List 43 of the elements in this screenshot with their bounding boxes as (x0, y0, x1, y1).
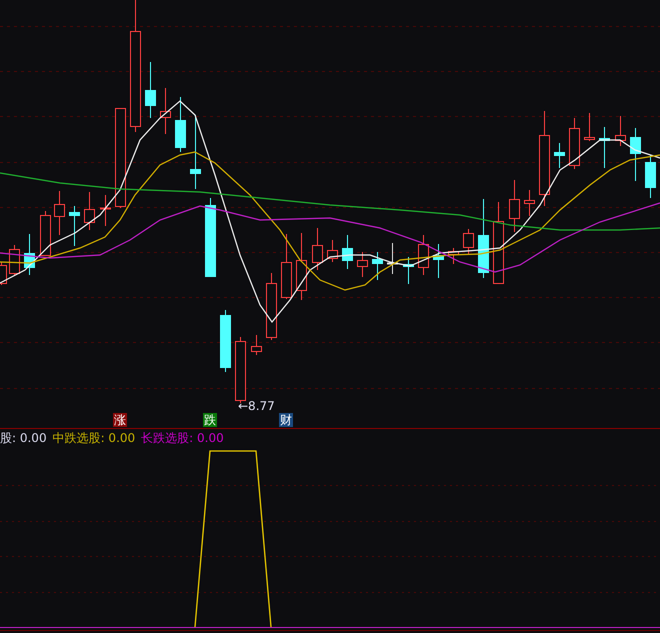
candlestick (569, 118, 580, 170)
candlestick (160, 88, 171, 134)
candlestick (296, 232, 307, 300)
candlestick (40, 210, 51, 256)
candlestick (509, 180, 520, 232)
candlestick (524, 190, 535, 216)
candlestick (327, 240, 338, 262)
candlestick (69, 206, 80, 246)
candlestick (615, 116, 626, 146)
candlestick (0, 262, 7, 286)
candlestick (554, 142, 565, 168)
candlestick (100, 194, 111, 226)
legend-label: 股: 0.00 (0, 430, 47, 444)
candlestick (54, 190, 65, 236)
candlestick (448, 248, 459, 264)
event-marker: 财 (279, 413, 293, 427)
low-price-label: ←8.77 (238, 399, 275, 413)
candlestick (357, 252, 368, 278)
event-marker: 跌 (203, 413, 217, 427)
legend-label: 中跌选股: 0.00 (52, 430, 136, 444)
candlestick (266, 272, 277, 340)
candlestick (220, 310, 231, 372)
candlestick (403, 256, 414, 284)
legend-label: 长跌选股: 0.00 (141, 430, 224, 444)
candlestick (24, 234, 35, 276)
candlestick (251, 334, 262, 356)
candlestick (584, 112, 595, 142)
candlestick (387, 242, 398, 274)
candlestick (599, 126, 610, 168)
candlestick (9, 244, 20, 276)
candlestick (630, 128, 641, 182)
event-marker: 涨 (113, 413, 127, 427)
candlestick (433, 244, 444, 278)
candlestick (342, 234, 353, 270)
candlestick (281, 234, 292, 300)
candlestick (463, 228, 474, 256)
candlestick (84, 192, 95, 230)
candlestick (175, 96, 186, 152)
candlestick (372, 252, 383, 280)
candlestick (145, 62, 156, 118)
candlestick (645, 154, 656, 198)
candlestick (312, 228, 323, 270)
candlestick (418, 234, 429, 276)
